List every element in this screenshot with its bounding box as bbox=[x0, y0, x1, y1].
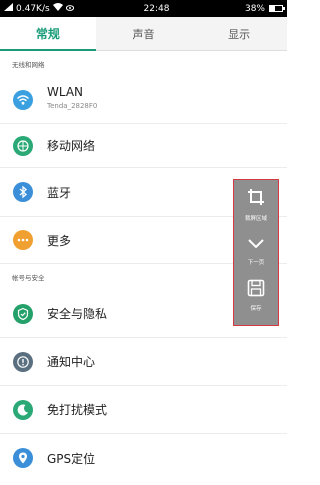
settings-item-notification[interactable]: 通知中心 bbox=[0, 338, 287, 386]
moon-icon bbox=[13, 399, 33, 420]
wlan-network-name: Tenda_2828F0 bbox=[47, 102, 98, 110]
crop-area-label: 裁屏区域 bbox=[244, 216, 267, 222]
save-button[interactable]: 保存 bbox=[247, 279, 265, 312]
next-page-label: 下一页 bbox=[247, 260, 265, 266]
wifi-icon bbox=[13, 90, 33, 110]
settings-tabs: 常规 声音 显示 bbox=[0, 17, 287, 51]
battery-percent: 38% bbox=[244, 3, 265, 14]
chevron-down-icon bbox=[246, 236, 266, 255]
settings-item-label: 安全与隐私 bbox=[47, 307, 108, 321]
settings-item-label: GPS定位 bbox=[47, 451, 96, 466]
more-dots-icon bbox=[13, 230, 33, 250]
settings-item-wlan[interactable]: WLAN Tenda_2828F0 bbox=[0, 77, 287, 124]
settings-item-label: WLAN bbox=[47, 85, 84, 99]
wifi-status-icon bbox=[52, 3, 63, 14]
settings-item-label: 通知中心 bbox=[47, 355, 96, 369]
settings-item-label: 移动网络 bbox=[47, 139, 96, 153]
status-time: 22:48 bbox=[143, 3, 170, 14]
battery-icon bbox=[269, 5, 285, 12]
bluetooth-icon bbox=[13, 182, 33, 202]
settings-item-label: 更多 bbox=[47, 233, 72, 248]
save-icon bbox=[247, 279, 265, 301]
alert-icon bbox=[13, 351, 33, 372]
network-speed: 0.47K/s bbox=[16, 3, 50, 14]
settings-item-label: 免打扰模式 bbox=[47, 403, 108, 417]
screenshot-toolbar: 裁屏区域 下一页 保存 bbox=[233, 179, 279, 326]
next-page-button[interactable]: 下一页 bbox=[246, 236, 266, 266]
crop-icon bbox=[246, 187, 266, 211]
eye-icon bbox=[65, 4, 74, 14]
signal-icon bbox=[4, 3, 13, 14]
tab-display[interactable]: 显示 bbox=[191, 17, 287, 50]
crop-area-button[interactable]: 裁屏区域 bbox=[245, 187, 267, 222]
tab-sound[interactable]: 声音 bbox=[96, 17, 192, 50]
globe-icon bbox=[13, 135, 33, 156]
settings-item-mobile-network[interactable]: 移动网络 bbox=[0, 124, 287, 168]
settings-item-do-not-disturb[interactable]: 免打扰模式 bbox=[0, 386, 287, 434]
tab-general[interactable]: 常规 bbox=[0, 17, 96, 51]
location-icon bbox=[13, 448, 33, 468]
save-label: 保存 bbox=[250, 306, 262, 312]
settings-item-gps[interactable]: GPS定位 bbox=[0, 434, 287, 482]
shield-icon bbox=[13, 303, 33, 324]
settings-item-label: 蓝牙 bbox=[47, 185, 72, 200]
status-bar: 0.47K/s 22:48 38% bbox=[0, 0, 287, 17]
section-header-network: 无线和网络 bbox=[12, 61, 45, 69]
